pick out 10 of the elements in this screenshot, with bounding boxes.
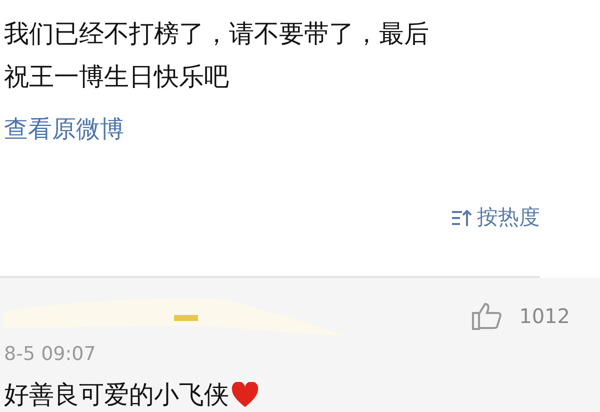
thumbs-up-icon[interactable] [471,301,504,331]
view-original-link[interactable]: 查看原微博 [4,114,124,144]
sort-button[interactable]: 按热度 [451,202,540,234]
comment-time: 8-5 09:07 [4,342,96,367]
like-count: 1012 [519,303,570,330]
comment-text: 好善良可爱的小飞侠 [4,379,229,411]
post-text-line: 祝王一博生日快乐吧 [4,61,229,93]
post-text-line: 我们已经不打榜了，请不要带了，最后 [4,18,429,50]
sort-icon [451,208,473,228]
heart-icon [231,382,259,408]
